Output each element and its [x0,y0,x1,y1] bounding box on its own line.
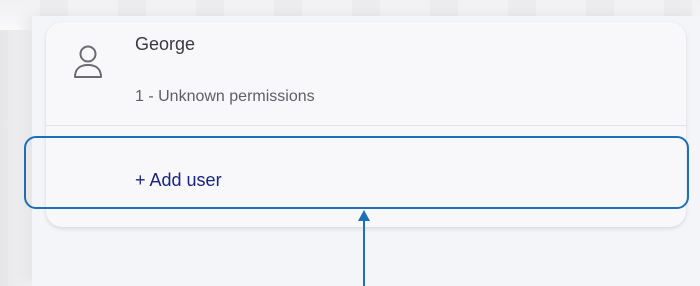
add-user-label[interactable]: + Add user [135,170,222,191]
add-user-button[interactable] [24,136,689,209]
user-permissions: 1 - Unknown permissions [135,88,315,105]
pointer-arrow [358,210,370,286]
user-icon [72,44,104,80]
user-name: George [135,34,196,54]
divider [46,125,686,126]
